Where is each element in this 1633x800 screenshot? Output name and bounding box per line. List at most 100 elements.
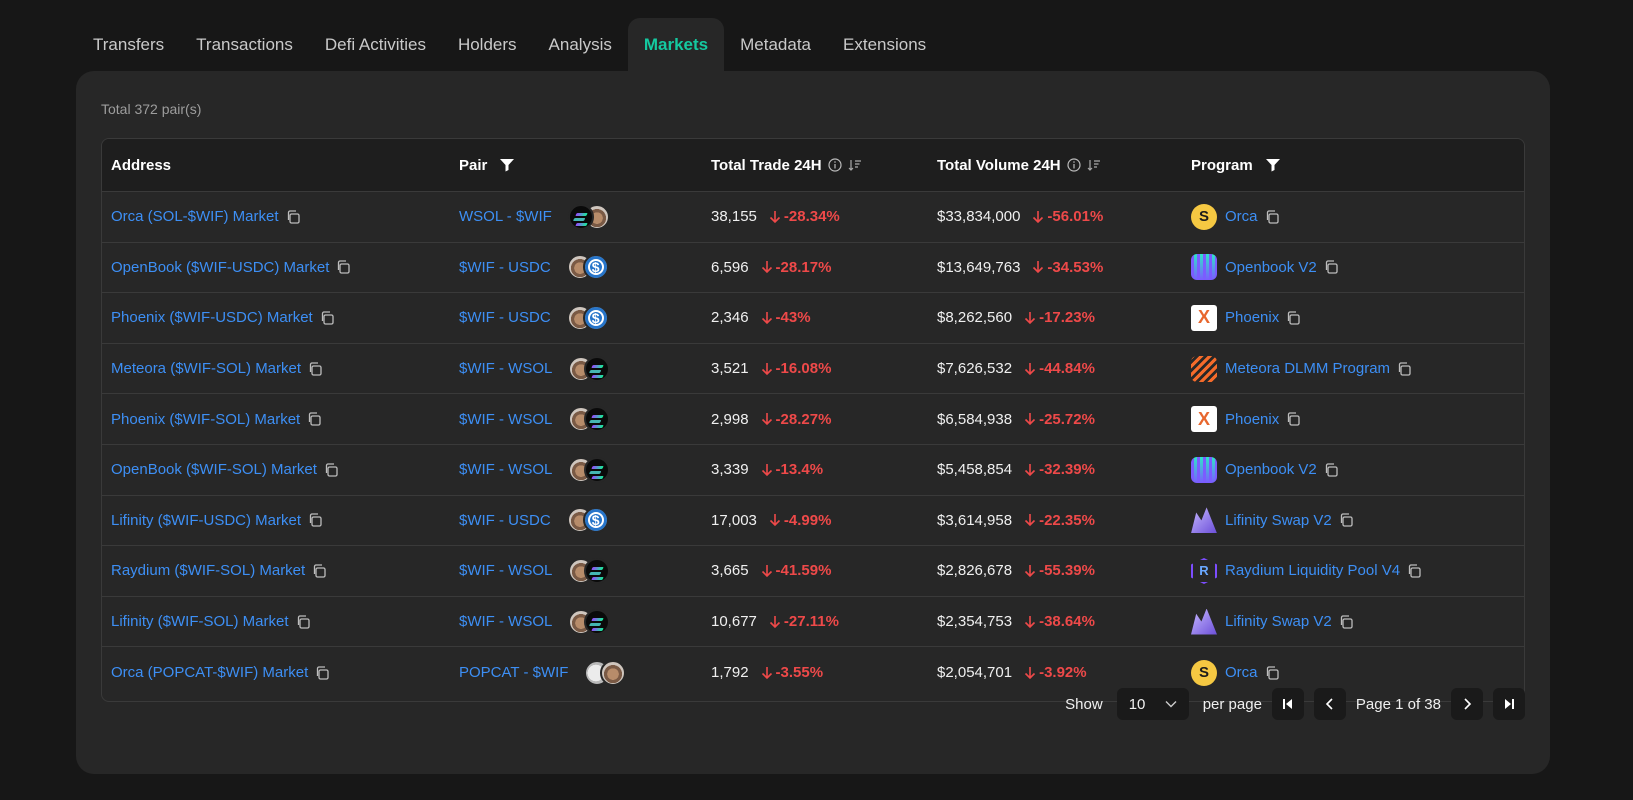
volume-value: $2,354,753 bbox=[937, 613, 1013, 631]
pair-link[interactable]: WSOL - $WIF bbox=[459, 208, 552, 225]
copy-icon[interactable] bbox=[306, 411, 322, 427]
trade-change-value: -3.55% bbox=[775, 664, 824, 682]
copy-icon[interactable] bbox=[1396, 361, 1412, 377]
market-address-link[interactable]: Raydium ($WIF-SOL) Market bbox=[111, 562, 305, 579]
copy-icon[interactable] bbox=[1323, 259, 1339, 275]
program-link[interactable]: Orca bbox=[1225, 208, 1258, 225]
table-header: Address Pair Total Trade 24H Total Volum… bbox=[102, 139, 1524, 192]
program-link[interactable]: Phoenix bbox=[1225, 309, 1279, 326]
info-icon[interactable] bbox=[827, 158, 842, 172]
volume-value: $2,826,678 bbox=[937, 562, 1013, 580]
copy-icon[interactable] bbox=[311, 563, 327, 579]
per-page-select[interactable]: 10 bbox=[1116, 688, 1189, 720]
program-link[interactable]: Openbook V2 bbox=[1225, 461, 1317, 478]
copy-icon[interactable] bbox=[307, 512, 323, 528]
copy-icon[interactable] bbox=[323, 462, 339, 478]
program-cell: X Phoenix bbox=[1186, 394, 1524, 444]
copy-icon[interactable] bbox=[319, 310, 335, 326]
openbook-logo-icon bbox=[1191, 456, 1217, 483]
tab-defi-activities[interactable]: Defi Activities bbox=[309, 18, 442, 72]
program-link[interactable]: Lifinity Swap V2 bbox=[1225, 613, 1332, 630]
pair-link[interactable]: $WIF - WSOL bbox=[459, 411, 552, 428]
tab-transactions[interactable]: Transactions bbox=[180, 18, 309, 72]
pair-cell: $WIF - WSOL bbox=[450, 546, 705, 596]
per-page-value: 10 bbox=[1128, 695, 1146, 713]
sort-icon[interactable] bbox=[1087, 158, 1101, 172]
copy-icon[interactable] bbox=[1323, 462, 1339, 478]
pair-link[interactable]: $WIF - WSOL bbox=[459, 360, 552, 377]
first-page-button[interactable] bbox=[1271, 688, 1304, 720]
market-address-link[interactable]: Lifinity ($WIF-SOL) Market bbox=[111, 613, 289, 630]
program-link[interactable]: Orca bbox=[1225, 664, 1258, 681]
market-address-link[interactable]: Lifinity ($WIF-USDC) Market bbox=[111, 512, 301, 529]
program-link[interactable]: Lifinity Swap V2 bbox=[1225, 512, 1332, 529]
market-address-link[interactable]: Phoenix ($WIF-USDC) Market bbox=[111, 309, 313, 326]
market-address-link[interactable]: Meteora ($WIF-SOL) Market bbox=[111, 360, 301, 377]
table-row: OpenBook ($WIF-SOL) Market $WIF - WSOL 3,3… bbox=[102, 445, 1524, 496]
tab-transfers[interactable]: Transfers bbox=[77, 18, 180, 72]
copy-icon[interactable] bbox=[1338, 512, 1354, 528]
copy-icon[interactable] bbox=[1338, 614, 1354, 630]
arrow-down-icon bbox=[1025, 514, 1036, 527]
market-address-link[interactable]: OpenBook ($WIF-USDC) Market bbox=[111, 259, 329, 276]
pair-link[interactable]: $WIF - USDC bbox=[459, 259, 551, 276]
copy-icon[interactable] bbox=[314, 665, 330, 681]
program-link[interactable]: Openbook V2 bbox=[1225, 259, 1317, 276]
column-header-volume: Total Volume 24H bbox=[933, 139, 1186, 191]
copy-icon[interactable] bbox=[1285, 310, 1301, 326]
sort-icon[interactable] bbox=[848, 158, 862, 172]
market-address-link[interactable]: OpenBook ($WIF-SOL) Market bbox=[111, 461, 317, 478]
volume-change-value: -44.84% bbox=[1039, 360, 1095, 378]
pair-token-icons bbox=[584, 659, 627, 686]
volume-value: $33,834,000 bbox=[937, 208, 1021, 226]
tab-extensions[interactable]: Extensions bbox=[827, 18, 942, 72]
program-cell: S Orca bbox=[1186, 192, 1524, 242]
page-indicator: Page 1 of 38 bbox=[1355, 695, 1441, 713]
copy-icon[interactable] bbox=[335, 259, 351, 275]
program-cell: R Raydium Liquidity Pool V4 bbox=[1186, 546, 1524, 596]
copy-icon[interactable] bbox=[1406, 563, 1422, 579]
pair-cell: $WIF - WSOL bbox=[450, 344, 705, 394]
program-link[interactable]: Phoenix bbox=[1225, 411, 1279, 428]
trade-count: 2,346 bbox=[711, 309, 749, 327]
program-link[interactable]: Raydium Liquidity Pool V4 bbox=[1225, 562, 1400, 579]
pair-link[interactable]: POPCAT - $WIF bbox=[459, 664, 568, 681]
pair-cell: $WIF - USDC $ bbox=[450, 243, 705, 293]
previous-page-button[interactable] bbox=[1313, 688, 1346, 720]
tab-markets[interactable]: Markets bbox=[627, 18, 725, 72]
show-label: Show bbox=[1065, 695, 1103, 713]
program-link[interactable]: Meteora DLMM Program bbox=[1225, 360, 1390, 377]
trade-cell: 3,665 -41.59% bbox=[705, 546, 933, 596]
pair-link[interactable]: $WIF - WSOL bbox=[459, 461, 552, 478]
info-icon[interactable] bbox=[1067, 158, 1081, 172]
copy-icon[interactable] bbox=[307, 361, 323, 377]
arrow-down-icon bbox=[1025, 362, 1036, 375]
tab-analysis[interactable]: Analysis bbox=[533, 18, 628, 72]
market-address-link[interactable]: Phoenix ($WIF-SOL) Market bbox=[111, 411, 300, 428]
trade-count: 2,998 bbox=[711, 410, 749, 428]
arrow-down-icon bbox=[761, 261, 772, 274]
tab-holders[interactable]: Holders bbox=[442, 18, 533, 72]
copy-icon[interactable] bbox=[1285, 411, 1301, 427]
market-address-link[interactable]: Orca (SOL-$WIF) Market bbox=[111, 208, 279, 225]
column-header-pair: Pair bbox=[450, 139, 705, 191]
filter-icon[interactable] bbox=[499, 158, 515, 172]
next-page-button[interactable] bbox=[1451, 688, 1483, 720]
volume-value: $6,584,938 bbox=[937, 410, 1013, 428]
filter-icon[interactable] bbox=[1265, 158, 1281, 172]
pair-link[interactable]: $WIF - WSOL bbox=[459, 562, 552, 579]
copy-icon[interactable] bbox=[1264, 665, 1280, 681]
copy-icon[interactable] bbox=[285, 209, 301, 225]
pair-link[interactable]: $WIF - WSOL bbox=[459, 613, 552, 630]
pair-link[interactable]: $WIF - USDC bbox=[459, 309, 551, 326]
table-row: Lifinity ($WIF-USDC) Market $WIF - USDC $1… bbox=[102, 496, 1524, 547]
arrow-down-icon bbox=[1025, 311, 1036, 325]
tab-metadata[interactable]: Metadata bbox=[724, 18, 827, 72]
market-address-link[interactable]: Orca (POPCAT-$WIF) Market bbox=[111, 664, 308, 681]
arrow-down-icon bbox=[761, 413, 772, 426]
pair-link[interactable]: $WIF - USDC bbox=[459, 512, 551, 529]
openbook-logo-icon bbox=[1191, 254, 1217, 281]
copy-icon[interactable] bbox=[1264, 209, 1280, 225]
last-page-button[interactable] bbox=[1493, 688, 1525, 720]
copy-icon[interactable] bbox=[295, 614, 311, 630]
